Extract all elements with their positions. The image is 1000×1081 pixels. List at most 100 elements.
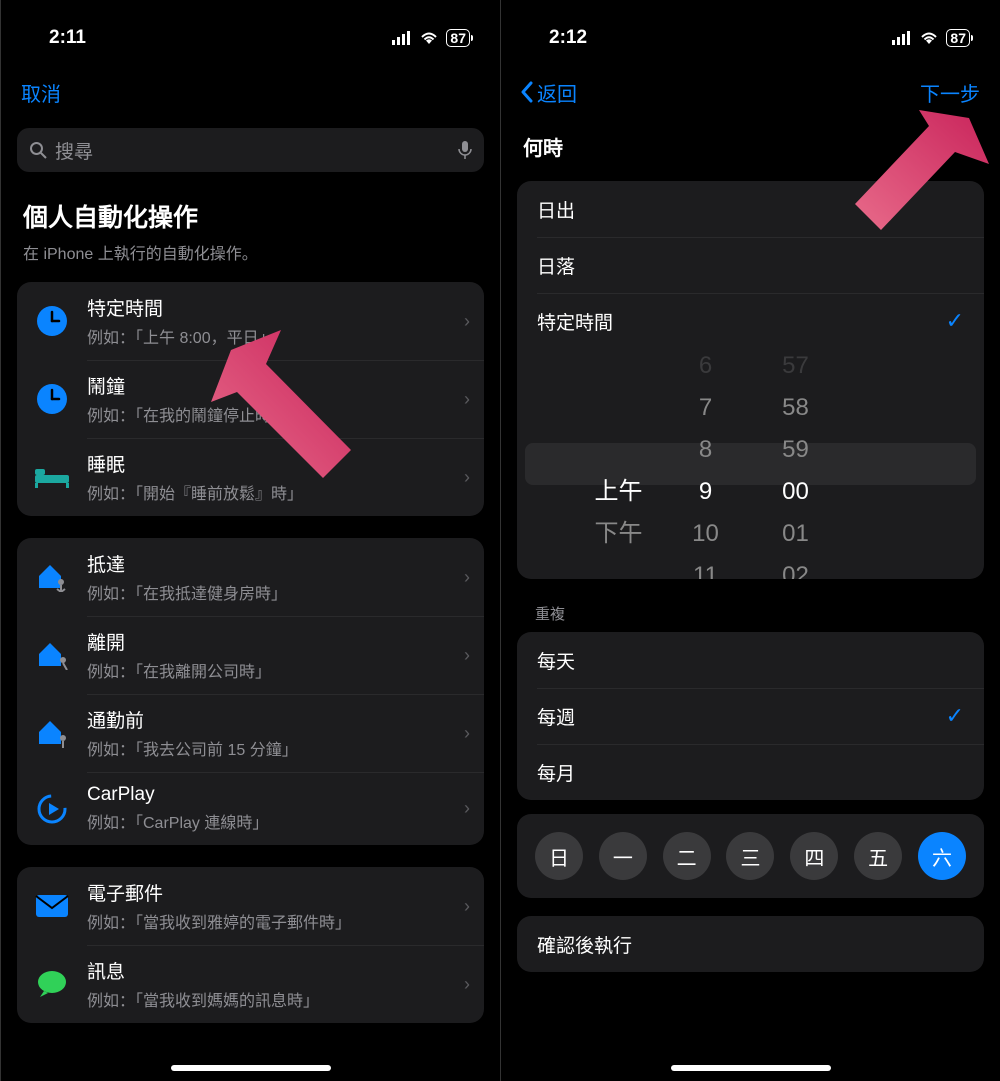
chevron-right-icon: › <box>458 798 470 819</box>
trigger-group-location: 抵達 例如：「在我抵達健身房時」 › 離開 例如：「在我離開公司時」 › 通勤前… <box>17 538 484 845</box>
status-time: 2:11 <box>49 27 86 49</box>
home-indicator[interactable] <box>671 1065 831 1071</box>
row-title: 特定時間 <box>87 294 458 321</box>
weekday-sat[interactable]: 六 <box>918 832 966 880</box>
clock-icon <box>31 300 73 342</box>
weekday-mon[interactable]: 一 <box>599 832 647 880</box>
home-arrive-icon <box>31 556 73 598</box>
wifi-icon <box>919 31 939 45</box>
row-title: 訊息 <box>87 957 458 984</box>
option-label: 日出 <box>537 196 575 223</box>
row-email[interactable]: 電子郵件 例如：「當我收到雅婷的電子郵件時」 › <box>17 867 484 945</box>
carplay-icon <box>31 788 73 830</box>
cancel-button[interactable]: 取消 <box>21 78 61 107</box>
chevron-right-icon: › <box>458 974 470 995</box>
status-right: 87 <box>892 29 970 47</box>
picker-hour[interactable]: 6 7 8 9 10 11 12 <box>661 349 751 579</box>
row-sub: 例如：「CarPlay 連線時」 <box>87 809 458 833</box>
row-sub: 例如：「上午 8:00，平日」 <box>87 324 458 348</box>
search-icon <box>29 141 47 159</box>
row-specific-time[interactable]: 特定時間 例如：「上午 8:00，平日」 › <box>17 282 484 360</box>
option-specific-time[interactable]: 特定時間 ✓ <box>517 293 984 349</box>
chevron-right-icon: › <box>458 311 470 332</box>
option-label: 日落 <box>537 252 575 279</box>
weekday-tue[interactable]: 二 <box>663 832 711 880</box>
option-weekly[interactable]: 每週 ✓ <box>517 688 984 744</box>
row-carplay[interactable]: CarPlay 例如：「CarPlay 連線時」 › <box>17 772 484 845</box>
row-sub: 例如：「我去公司前 15 分鐘」 <box>87 736 458 760</box>
repeat-options-group: 每天 每週 ✓ 每月 <box>517 632 984 800</box>
message-icon <box>31 963 73 1005</box>
row-commute[interactable]: 通勤前 例如：「我去公司前 15 分鐘」 › <box>17 694 484 772</box>
checkmark-icon: ✓ <box>946 703 964 729</box>
row-ask-before-run[interactable]: 確認後執行 <box>517 916 984 972</box>
row-sub: 例如：「當我收到雅婷的電子郵件時」 <box>87 909 458 933</box>
mail-icon <box>31 885 73 927</box>
weekday-thu[interactable]: 四 <box>790 832 838 880</box>
back-button[interactable]: 返回 <box>521 78 577 107</box>
weekday-sun[interactable]: 日 <box>535 832 583 880</box>
next-button[interactable]: 下一步 <box>920 78 980 107</box>
home-leave-icon <box>31 634 73 676</box>
search-placeholder: 搜尋 <box>55 137 93 164</box>
trigger-group-time: 特定時間 例如：「上午 8:00，平日」 › 鬧鐘 例如：「在我的鬧鐘停止時」 … <box>17 282 484 516</box>
row-title: 電子郵件 <box>87 879 458 906</box>
bed-icon <box>31 456 73 498</box>
chevron-right-icon: › <box>458 467 470 488</box>
phone-left: 2:11 87 取消 搜尋 個人自動化操作 在 iPhone 上執行的自動化操作… <box>0 0 500 1081</box>
row-title: 睡眠 <box>87 450 458 477</box>
row-title: 鬧鐘 <box>87 372 458 399</box>
option-label: 每週 <box>537 703 575 730</box>
row-alarm[interactable]: 鬧鐘 例如：「在我的鬧鐘停止時」 › <box>17 360 484 438</box>
picker-ampm[interactable]: 上午 下午 <box>517 349 661 579</box>
page-subtitle: 在 iPhone 上執行的自動化操作。 <box>1 236 500 278</box>
option-daily[interactable]: 每天 <box>517 632 984 688</box>
clock-icon <box>31 378 73 420</box>
trigger-group-comms: 電子郵件 例如：「當我收到雅婷的電子郵件時」 › 訊息 例如：「當我收到媽媽的訊… <box>17 867 484 1023</box>
row-sub: 例如：「在我離開公司時」 <box>87 658 458 682</box>
row-sleep[interactable]: 睡眠 例如：「開始『睡前放鬆』時」 › <box>17 438 484 516</box>
nav-bar: 返回 下一步 <box>501 58 1000 118</box>
row-sub: 例如：「在我的鬧鐘停止時」 <box>87 402 458 426</box>
weekday-wed[interactable]: 三 <box>726 832 774 880</box>
status-time: 2:12 <box>549 27 587 49</box>
option-sunset[interactable]: 日落 <box>517 237 984 293</box>
chevron-right-icon: › <box>458 567 470 588</box>
phone-right: 2:12 87 返回 下一步 何時 日出 日落 特定時間 ✓ <box>500 0 1000 1081</box>
weekday-picker: 日 一 二 三 四 五 六 <box>517 814 984 898</box>
status-right: 87 <box>392 29 470 47</box>
row-title: CarPlay <box>87 784 458 806</box>
option-label: 特定時間 <box>537 308 613 335</box>
home-indicator[interactable] <box>171 1065 331 1071</box>
status-bar: 2:11 87 <box>1 0 500 58</box>
section-title: 何時 <box>501 118 1000 177</box>
time-picker[interactable]: 上午 下午 6 7 8 9 10 11 12 57 58 59 <box>517 349 984 579</box>
page-title: 個人自動化操作 <box>1 172 500 236</box>
chevron-right-icon: › <box>458 723 470 744</box>
chevron-right-icon: › <box>458 389 470 410</box>
home-commute-icon <box>31 712 73 754</box>
row-sub: 例如：「當我收到媽媽的訊息時」 <box>87 987 458 1011</box>
option-label: 每月 <box>537 759 575 786</box>
option-sunrise[interactable]: 日出 <box>517 181 984 237</box>
confirm-group: 確認後執行 <box>517 916 984 972</box>
row-leave[interactable]: 離開 例如：「在我離開公司時」 › <box>17 616 484 694</box>
option-label: 每天 <box>537 647 575 674</box>
option-monthly[interactable]: 每月 <box>517 744 984 800</box>
checkmark-icon: ✓ <box>946 308 964 334</box>
row-title: 抵達 <box>87 550 458 577</box>
cellular-icon <box>392 31 412 45</box>
cellular-icon <box>892 31 912 45</box>
mic-icon[interactable] <box>458 140 472 160</box>
row-sub: 例如：「在我抵達健身房時」 <box>87 580 458 604</box>
row-title: 通勤前 <box>87 706 458 733</box>
row-sub: 例如：「開始『睡前放鬆』時」 <box>87 480 458 504</box>
nav-bar: 取消 <box>1 58 500 118</box>
weekday-fri[interactable]: 五 <box>854 832 902 880</box>
chevron-right-icon: › <box>458 645 470 666</box>
chevron-right-icon: › <box>458 896 470 917</box>
row-message[interactable]: 訊息 例如：「當我收到媽媽的訊息時」 › <box>17 945 484 1023</box>
row-arrive[interactable]: 抵達 例如：「在我抵達健身房時」 › <box>17 538 484 616</box>
search-field[interactable]: 搜尋 <box>17 128 484 172</box>
picker-minute[interactable]: 57 58 59 00 01 02 03 <box>751 349 841 579</box>
